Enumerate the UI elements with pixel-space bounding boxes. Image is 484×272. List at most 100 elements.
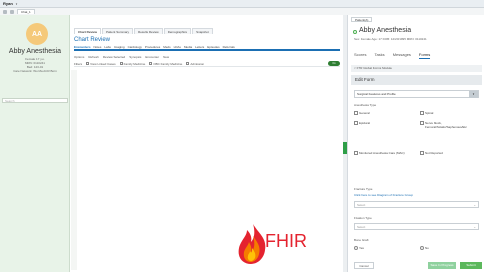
patient-sidebar: AA Abby Anesthesia Female 17 y.o. MRN: 0… xyxy=(0,15,70,272)
tab-messages[interactable]: Messages xyxy=(393,52,411,59)
filter-admission[interactable]: Admission xyxy=(186,62,204,66)
breadcrumb[interactable]: < FTR Global Forms Module xyxy=(351,65,482,72)
checkbox-general[interactable]: General xyxy=(354,111,370,115)
refresh-button[interactable]: Refresh xyxy=(88,55,99,59)
patient-info: Female 17 y.o. MRN: 0110241 Bed: 123-01 … xyxy=(2,57,68,73)
home-icon[interactable] xyxy=(3,9,7,14)
radio-yes[interactable]: Yes xyxy=(354,246,364,250)
synopsis-button[interactable]: Synopsis xyxy=(129,55,141,59)
tab-demographics[interactable]: Demographics xyxy=(163,28,192,34)
toggle-switch[interactable]: On xyxy=(328,61,340,66)
nav-media[interactable]: Media xyxy=(184,45,192,49)
radio-label: Yes xyxy=(359,246,364,250)
filter-label: Family Medicine xyxy=(123,61,146,66)
nav-labs[interactable]: Labs xyxy=(104,45,111,49)
filter-label: OBC Family Medicine xyxy=(153,61,183,66)
nav-ldas[interactable]: LDAs xyxy=(174,45,181,49)
radio-no[interactable]: No xyxy=(420,246,429,250)
radio-circle[interactable] xyxy=(354,246,358,250)
tab-chat[interactable]: Chat_1 xyxy=(17,9,35,14)
nav-notes[interactable]: Notes xyxy=(94,45,102,49)
checkbox[interactable] xyxy=(119,62,123,66)
fhir-logo-text: FHIR xyxy=(265,231,307,251)
radio-circle[interactable] xyxy=(420,246,424,250)
nav-episodes[interactable]: Episodes xyxy=(207,45,219,49)
checkbox-label: Nerve block, Femoral/Sciatic/Saphenous/E… xyxy=(425,121,467,129)
anesthesia-panel: Patient(A) Abby Anesthesia Sex: Female A… xyxy=(347,15,484,272)
checkbox-label: Epidural xyxy=(359,121,371,125)
checkbox[interactable] xyxy=(354,151,358,155)
top-bar: Ryan ▾ xyxy=(0,0,484,8)
checkbox-epidural[interactable]: Epidural xyxy=(354,121,370,125)
fracture-diagram-link[interactable]: Click here to see Diagram of Fracture Gr… xyxy=(354,193,413,197)
edit-form-header: Edit Form xyxy=(351,75,482,85)
tab-patient-summary[interactable]: Patient Summary xyxy=(102,28,134,34)
checkbox[interactable] xyxy=(354,121,358,125)
chevron-down-icon: ⌄ xyxy=(473,225,476,229)
checkbox[interactable] xyxy=(186,62,190,66)
nav-referrals[interactable]: Referrals xyxy=(223,45,235,49)
checkbox[interactable] xyxy=(420,111,424,115)
fracture-type-label: Fracture Type xyxy=(354,187,373,191)
section-label: Surgical Features and Profile xyxy=(357,92,396,96)
chevron-down-icon[interactable]: ▾ xyxy=(469,91,478,98)
options-button[interactable]: Options xyxy=(74,55,84,59)
nav-encounters[interactable]: Encounters xyxy=(74,45,91,49)
tab-forms[interactable]: Forms xyxy=(418,52,431,59)
checkbox-label: Not Reported xyxy=(425,151,443,155)
fixation-type-label: Fixation Type xyxy=(354,216,372,220)
tab-scores[interactable]: Scores xyxy=(354,52,366,59)
section-select[interactable]: Surgical Features and Profile ▾ xyxy=(354,90,479,98)
cancel-button[interactable]: Cancel xyxy=(354,262,374,269)
fracture-type-select[interactable]: Select ⌄ xyxy=(354,201,479,208)
submit-button[interactable]: Submit xyxy=(460,262,482,269)
back-icon[interactable] xyxy=(10,9,14,14)
review-selected-button[interactable]: Review Selected xyxy=(103,55,125,59)
patient-care-network: Care Network: Wu Ma ACR Born xyxy=(13,69,57,73)
chevron-down-icon: ⌄ xyxy=(473,203,476,207)
timeline-gutter xyxy=(71,70,77,270)
checkbox-nerve-block[interactable]: Nerve block, Femoral/Sciatic/Saphenous/E… xyxy=(420,121,478,129)
checkbox[interactable] xyxy=(420,121,424,125)
chart-toolbar: Options Refresh Review Selected Synopsis… xyxy=(74,54,340,59)
new-button[interactable]: New xyxy=(163,55,169,59)
checkbox-label: General xyxy=(359,111,370,115)
sidebar-search-input[interactable]: Search xyxy=(2,98,68,103)
tab-chart-review[interactable]: Chart Review xyxy=(74,28,102,34)
checkbox-mac[interactable]: Monitored Anesthesia Care (MAC) xyxy=(354,151,414,155)
panel-tabs: Scores Tasks Messages Forms xyxy=(354,52,431,59)
chevron-down-icon[interactable]: ▾ xyxy=(16,2,18,6)
nav-imaging[interactable]: Imaging xyxy=(114,45,125,49)
tab-snapshot[interactable]: Snapshot xyxy=(192,28,213,34)
filter-label: Admission xyxy=(190,61,205,66)
page-title: Chart Review xyxy=(74,37,111,43)
filter-obc-family-medicine[interactable]: OBC Family Medicine xyxy=(149,62,182,66)
chart-review-nav: Encounters Notes Labs Imaging Cardiology… xyxy=(74,45,340,51)
checkbox[interactable] xyxy=(354,111,358,115)
checkbox[interactable] xyxy=(86,62,90,66)
nav-procedures[interactable]: Procedures xyxy=(145,45,160,49)
fixation-type-select[interactable]: Select ⌄ xyxy=(354,223,479,230)
checkbox-label: Monitored Anesthesia Care (MAC) xyxy=(359,151,405,155)
bone-graft-label: Bone Graft xyxy=(354,238,369,242)
nav-meds[interactable]: Meds xyxy=(163,45,170,49)
patient-name-header: Abby Anesthesia xyxy=(359,27,412,34)
tab-patient[interactable]: Patient(A) xyxy=(351,17,373,22)
checkbox[interactable] xyxy=(149,62,153,66)
radio-label: No xyxy=(425,246,429,250)
nav-cardiology[interactable]: Cardiology xyxy=(128,45,142,49)
workspace-tabbar: Chat_1 xyxy=(0,8,484,15)
tab-results-review[interactable]: Results Review xyxy=(134,28,163,34)
checkbox-spinal[interactable]: Spinal xyxy=(420,111,433,115)
user-name[interactable]: Ryan xyxy=(3,1,13,6)
checkbox-not-reported[interactable]: Not Reported xyxy=(420,151,443,155)
filter-view-linked[interactable]: View Linked Cases xyxy=(86,62,116,66)
filter-family-medicine[interactable]: Family Medicine xyxy=(119,61,146,66)
tab-tasks[interactable]: Tasks xyxy=(374,52,384,59)
save-in-progress-button[interactable]: Save In Progress xyxy=(428,262,456,269)
filters-button[interactable]: Filters xyxy=(74,62,82,66)
checkbox[interactable] xyxy=(420,151,424,155)
encounter-button[interactable]: Encounter xyxy=(145,55,159,59)
patient-name: Abby Anesthesia xyxy=(8,48,62,55)
nav-letters[interactable]: Letters xyxy=(195,45,204,49)
